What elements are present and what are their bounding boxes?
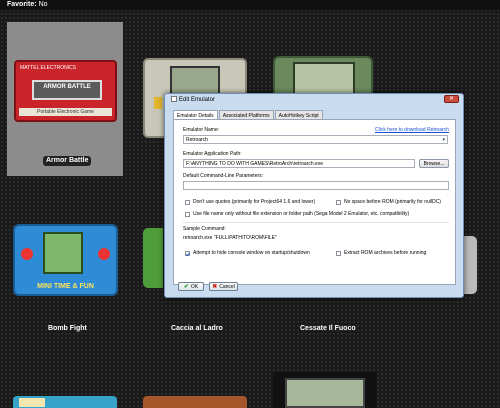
artwork-label: MINI TIME & FUN	[37, 283, 94, 290]
dialog-title-bar: Edit Emulator	[171, 95, 215, 105]
artwork-brand: MATTEL ELECTRONICS	[20, 65, 77, 71]
option-label: Extract ROM archives before running	[344, 250, 427, 256]
game-artwork-bomb-fight[interactable]: MINI TIME & FUN	[13, 224, 118, 296]
game-screen	[293, 62, 355, 96]
artwork-screen-text: ARMOR BATTLE	[32, 80, 102, 100]
game-artwork-strip	[154, 97, 162, 109]
artwork-button	[21, 248, 33, 260]
sample-command-value: retroarch.exe "FULL\PATH\TO\ROM\FILE"	[183, 235, 277, 241]
option-label: Attempt to hide console window on startu…	[193, 250, 310, 256]
game-artwork-cessate-il-fuoco[interactable]	[463, 236, 477, 294]
checkbox[interactable]	[336, 250, 341, 256]
favorite-label: Favorite:	[7, 1, 37, 8]
option-no-space-before-rom[interactable]: No space before ROM (primarily for nullD…	[336, 199, 441, 205]
cancel-label: Cancel	[219, 283, 235, 290]
game-title-caccia-al-ladro[interactable]: Caccia al Ladro	[171, 325, 223, 332]
artwork-label-box	[19, 398, 45, 407]
option-label: Don't use quotes (primarily for Project6…	[193, 199, 316, 205]
cmd-params-input[interactable]	[183, 181, 449, 190]
details-bar: Favorite: No	[0, 0, 500, 10]
checkbox[interactable]	[185, 199, 190, 205]
game-title-bomb-fight[interactable]: Bomb Fight	[48, 325, 87, 332]
game-artwork-armor-battle[interactable]: MATTEL ELECTRONICS ARMOR BATTLE Portable…	[14, 60, 117, 122]
option-dont-use-quotes[interactable]: Don't use quotes (primarily for Project6…	[185, 199, 315, 205]
game-title-cessate-il-fuoco[interactable]: Cessate Il Fuoco	[300, 325, 356, 332]
checkmark-icon: ✔	[183, 284, 189, 290]
dialog-title: Edit Emulator	[179, 97, 216, 103]
game-artwork-row3-2[interactable]	[143, 396, 247, 408]
ok-button[interactable]: ✔ OK	[178, 282, 204, 291]
option-label: No space before ROM (primarily for nullD…	[344, 199, 441, 205]
app-icon	[171, 96, 177, 103]
game-screen	[43, 232, 83, 274]
checkbox-checked[interactable]	[185, 250, 190, 256]
emulator-name-value: Retroarch	[186, 137, 208, 143]
game-artwork-row3-3[interactable]	[273, 372, 377, 408]
cmd-params-label: Default Command-Line Parameters:	[183, 173, 264, 179]
divider	[183, 222, 449, 223]
close-icon: ✖	[212, 284, 218, 290]
close-button[interactable]: ✕	[444, 95, 459, 103]
app-path-label: Emulator Application Path:	[183, 151, 242, 157]
favorite-value: No	[38, 1, 48, 8]
game-artwork-caccia-al-ladro[interactable]	[143, 228, 163, 288]
emulator-details-panel: Emulator Name: Click here to download Re…	[173, 119, 456, 285]
ok-label: OK	[190, 283, 199, 290]
checkbox[interactable]	[336, 199, 341, 205]
edit-emulator-dialog: Edit Emulator ✕ Emulator Details Associa…	[164, 93, 464, 298]
option-file-name-only[interactable]: Use file name only without file extensio…	[185, 211, 409, 217]
browse-button[interactable]: Browse...	[419, 159, 449, 168]
cancel-button[interactable]: ✖ Cancel	[209, 282, 238, 291]
emulator-name-label: Emulator Name:	[183, 127, 220, 133]
app-path-input[interactable]: F:\ANYTHING TO DO WITH GAMES\RetroArch\r…	[183, 159, 415, 168]
game-screen	[285, 378, 365, 408]
game-artwork-row3-1[interactable]	[13, 396, 117, 408]
download-retroarch-link[interactable]: Click here to download Retroarch	[375, 127, 449, 133]
checkbox[interactable]	[185, 211, 190, 217]
artwork-button	[98, 248, 110, 260]
game-title-armor-battle[interactable]: Armor Battle	[43, 156, 92, 166]
option-hide-console[interactable]: Attempt to hide console window on startu…	[185, 250, 310, 256]
option-extract-rom-archives[interactable]: Extract ROM archives before running	[336, 250, 426, 256]
chevron-down-icon: ▾	[442, 137, 445, 143]
option-label: Use file name only without file extensio…	[193, 211, 410, 217]
sample-command-label: Sample Command:	[183, 226, 226, 232]
emulator-name-select[interactable]: Retroarch ▾	[183, 135, 448, 144]
artwork-strip-text: Portable Electronic Game	[19, 108, 112, 116]
